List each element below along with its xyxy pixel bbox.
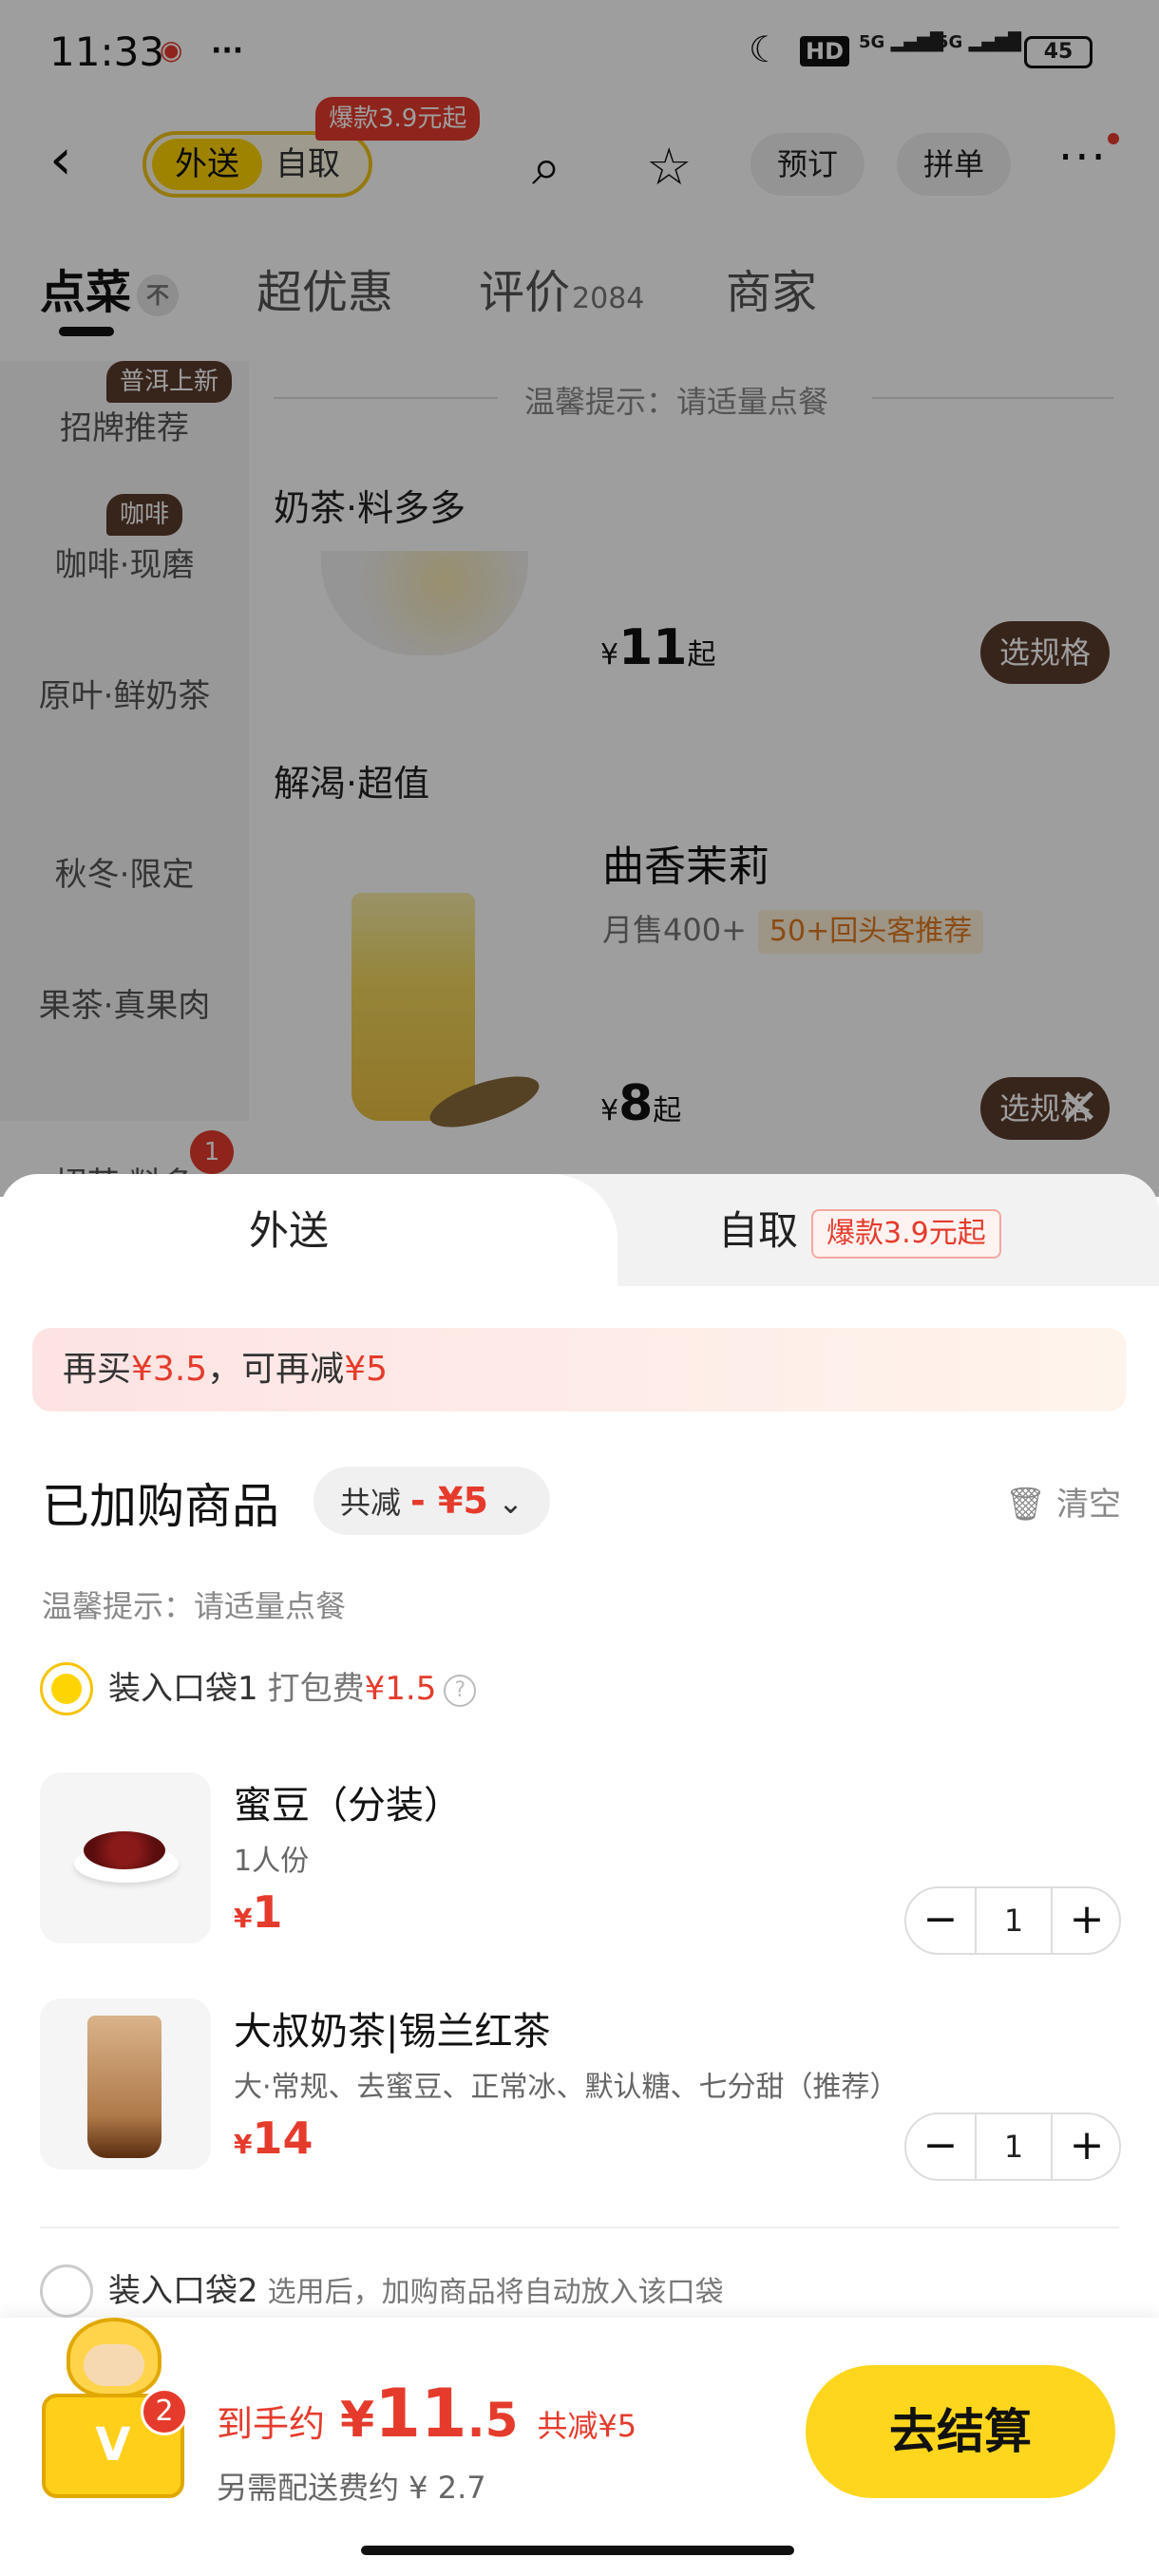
dim-overlay[interactable] <box>0 0 1159 1197</box>
cart-item: 大叔奶茶|锡兰红茶 大·常规、去蜜豆、正常冰、默认糖、七分甜（推荐） ¥14 −… <box>40 1998 1123 2181</box>
bag1-radio[interactable] <box>40 1662 93 1715</box>
promo-bar: 再买¥3.5，可再减¥5 <box>32 1328 1127 1411</box>
item-price: ¥14 <box>234 2112 314 2164</box>
increase-button[interactable]: + <box>1053 1888 1121 1953</box>
item-name: 大叔奶茶|锡兰红茶 <box>234 2010 551 2054</box>
increase-button[interactable]: + <box>1053 2114 1121 2179</box>
cart-title: 已加购商品 <box>42 1479 279 1534</box>
divider <box>40 2226 1119 2228</box>
delivery-fee: 另需配送费约 ¥ 2.7 <box>217 2470 486 2506</box>
quantity-stepper: − 1 + <box>904 1886 1121 1955</box>
background-page: 11:33 ◉ ··· ☾ HD 5G ▂▄▆█ 5G ▂▄▆█ 45 ‹ 外送… <box>0 0 1159 1197</box>
home-indicator[interactable] <box>361 2546 794 2555</box>
item-thumbnail[interactable] <box>40 1772 211 1943</box>
quantity-value: 1 <box>975 2114 1053 2179</box>
checkout-button[interactable]: 去结算 <box>806 2365 1115 2498</box>
help-icon[interactable]: ? <box>444 1674 477 1707</box>
item-price: ¥1 <box>234 1886 283 1938</box>
mascot-face <box>84 2344 144 2386</box>
milk-tea-image <box>87 2016 162 2158</box>
cart-item: 蜜豆（分装） 1人份 ¥1 − 1 + <box>40 1772 1123 1955</box>
clear-button[interactable]: 🗑 清空 <box>1005 1478 1121 1525</box>
sheet-tab-pickup[interactable]: 自取 爆款3.9元起 <box>718 1199 1001 1259</box>
decrease-button[interactable]: − <box>906 2114 975 2179</box>
decrease-button[interactable]: − <box>906 1888 975 1953</box>
discount-chip[interactable]: 共减 - ¥5 ⌄ <box>314 1467 550 1535</box>
sheet-tab-delivery[interactable]: 外送 <box>249 1199 329 1257</box>
item-desc: 1人份 <box>234 1845 310 1878</box>
total-price: 到手约 ¥11.5 共减¥5 <box>217 2375 637 2453</box>
cart-count-badge: 2 <box>141 2388 188 2435</box>
beans-image <box>84 1831 165 1869</box>
item-desc: 大·常规、去蜜豆、正常冰、默认糖、七分甜（推荐） <box>234 2071 899 2104</box>
bag2-radio[interactable] <box>40 2264 93 2318</box>
quantity-value: 1 <box>975 1888 1053 1953</box>
pickup-hot-badge: 爆款3.9元起 <box>811 1208 1001 1259</box>
quantity-stepper: − 1 + <box>904 2112 1121 2181</box>
chevron-down-icon: ⌄ <box>498 1485 523 1521</box>
item-thumbnail[interactable] <box>40 1998 211 2169</box>
cart-tip: 温馨提示：请适量点餐 <box>42 1588 347 1624</box>
trash-icon: 🗑 <box>1005 1486 1047 1524</box>
item-name: 蜜豆（分装） <box>234 1784 462 1828</box>
checkout-bar: V 2 到手约 ¥11.5 共减¥5 另需配送费约 ¥ 2.7 去结算 <box>0 2318 1159 2576</box>
sheet-tabs: 外送 自取 爆款3.9元起 <box>0 1174 1159 1286</box>
